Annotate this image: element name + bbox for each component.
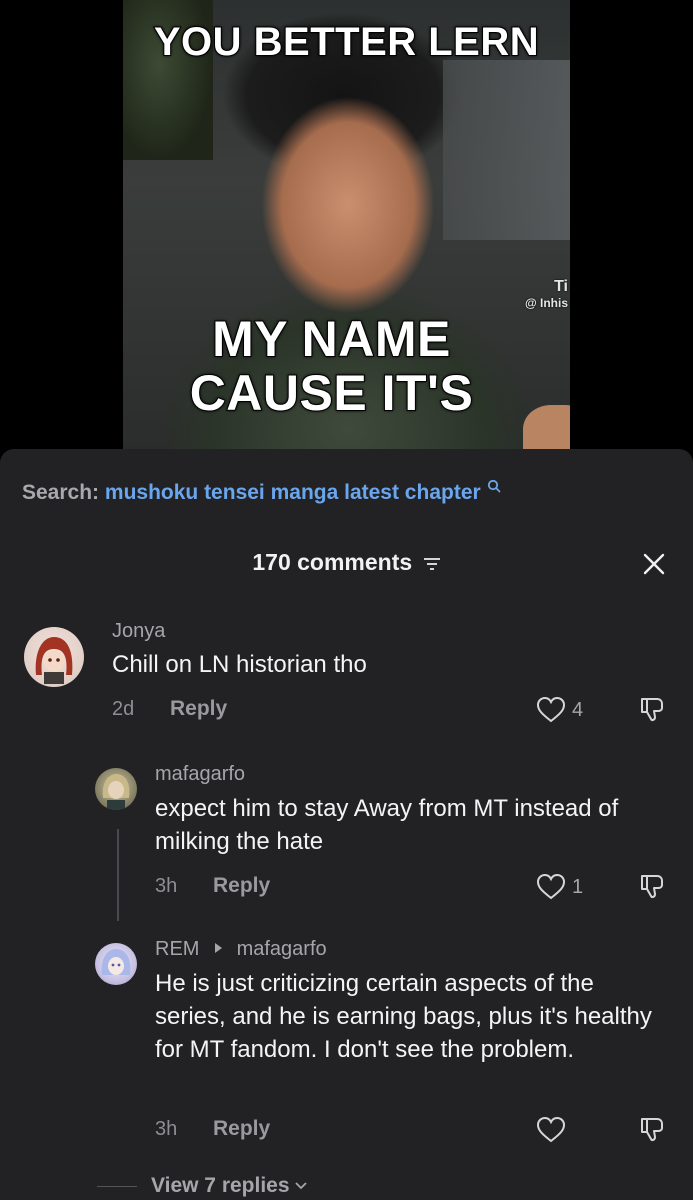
reply-button[interactable]: Reply: [213, 1117, 270, 1141]
view-replies-label: View 7 replies: [151, 1174, 290, 1197]
watermark-handle: @ Inhis: [524, 296, 568, 310]
heart-icon[interactable]: [536, 1116, 566, 1144]
reply-username: REM mafagarfo: [155, 938, 327, 961]
background-shelf: [443, 60, 570, 240]
meme-caption-bottom: MY NAME CAUSE IT'S: [123, 311, 570, 421]
avatar-anime-icon: [101, 949, 131, 975]
reply-target-username[interactable]: mafagarfo: [237, 938, 327, 960]
tiktok-watermark: Ti @ Inhis: [525, 278, 568, 310]
avatar[interactable]: [95, 943, 137, 985]
meme-caption-line-2: CAUSE IT'S: [189, 365, 474, 421]
chevron-down-icon: [294, 1182, 307, 1190]
meme-caption-top: YOU BETTER LERN: [153, 19, 540, 65]
comments-sheet: Search: mushoku tensei manga latest chap…: [0, 449, 693, 1200]
divider: [97, 1185, 137, 1187]
reply-arrow-icon: [215, 943, 223, 954]
reply-text: He is just criticizing certain aspects o…: [155, 970, 652, 1063]
dislike-icon[interactable]: [638, 1115, 668, 1145]
reply-item: REM mafagarfo He is just criticizing cer…: [0, 449, 693, 1169]
reply-age: 3h: [155, 1118, 178, 1140]
video-frame[interactable]: YOU BETTER LERN MY NAME CAUSE IT'S Ti @ …: [123, 0, 570, 450]
video-player[interactable]: YOU BETTER LERN MY NAME CAUSE IT'S Ti @ …: [0, 0, 693, 450]
watermark-logo-text: Ti: [554, 278, 568, 295]
meme-caption-line-1: MY NAME: [211, 311, 451, 367]
view-replies-button[interactable]: View 7 replies: [97, 1174, 308, 1198]
reply-author[interactable]: REM: [155, 938, 199, 960]
